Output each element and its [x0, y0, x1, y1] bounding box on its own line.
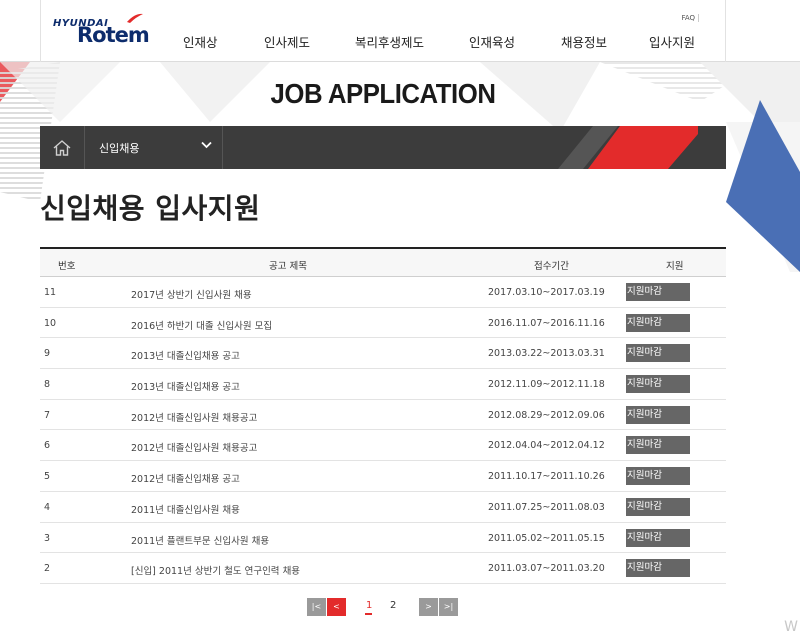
nav-item-development[interactable]: 인재육성 [469, 32, 515, 51]
header-inner: HYUNDAI Rotem 인재상 인사제도 복리후생제도 인재육성 채용정보 … [40, 0, 726, 62]
breadcrumb-accent-stripes [558, 126, 698, 169]
application-period: 2013.03.22~2013.03.31 [488, 348, 605, 360]
table-row: 3 2011년 플랜트부문 신입사원 채용 2011.05.02~2011.05… [40, 522, 726, 554]
table-row: 6 2012년 대졸신입사원 채용공고 2012.04.04~2012.04.1… [40, 430, 726, 462]
row-number: 5 [44, 471, 51, 483]
application-closed-button[interactable]: 지원마감 [626, 283, 690, 301]
application-closed-button[interactable]: 지원마감 [626, 497, 690, 516]
breadcrumb-label: 신입채용 [99, 142, 140, 155]
breadcrumb-bar: 신입채용 [40, 126, 726, 169]
row-number: 11 [44, 287, 57, 298]
application-period: 2016.11.07~2016.11.16 [488, 317, 605, 329]
table-row: 4 2011년 대졸신입사원 채용 2011.07.25~2011.08.03 … [40, 491, 726, 523]
last-page-button[interactable]: >| [439, 598, 458, 616]
posting-title-link[interactable]: 2011년 대졸신입사원 채용 [131, 502, 240, 516]
application-period: 2011.03.07~2011.03.20 [488, 563, 605, 575]
home-icon [53, 139, 71, 156]
application-closed-button[interactable]: 지원마감 [626, 467, 690, 486]
table-row: 9 2013년 대졸신입채용 공고 2013.03.22~2013.03.31 … [40, 338, 726, 370]
application-period: 2012.04.04~2012.04.12 [488, 440, 605, 452]
application-period: 2011.05.02~2011.05.15 [488, 532, 605, 544]
breadcrumb-dropdown[interactable]: 신입채용 [85, 126, 223, 169]
header-period: 접수기간 [534, 261, 569, 272]
table-row: 7 2012년 대졸신입사원 채용공고 2012.08.29~2012.09.0… [40, 399, 726, 431]
posting-title-link[interactable]: 2011년 플랜트부문 신입사원 채용 [131, 533, 269, 547]
application-period: 2011.10.17~2011.10.26 [488, 471, 605, 483]
job-posting-table: 번호 공고 제목 접수기간 지원 11 2017년 상반기 신입사원 채용 20… [40, 247, 726, 584]
pagination: |< < 1 2 > >| [307, 598, 467, 616]
logo-swoosh-icon [127, 13, 143, 23]
table-row: 11 2017년 상반기 신입사원 채용 2017.03.10~2017.03.… [40, 277, 726, 308]
next-page-button[interactable]: > [419, 598, 438, 616]
table-row: 8 2013년 대졸신입채용 공고 2012.11.09~2012.11.18 … [40, 369, 726, 400]
table-header: 번호 공고 제목 접수기간 지원 [40, 247, 726, 277]
row-number: 7 [44, 409, 51, 421]
posting-title-link[interactable]: [신입] 2011년 상반기 철도 연구인력 채용 [131, 563, 300, 577]
application-closed-button[interactable]: 지원마감 [626, 528, 690, 547]
application-period: 2012.08.29~2012.09.06 [488, 409, 605, 421]
row-number: 3 [44, 532, 51, 544]
site-header: HYUNDAI Rotem 인재상 인사제도 복리후생제도 인재육성 채용정보 … [0, 0, 800, 62]
application-closed-button[interactable]: 지원마감 [626, 344, 690, 363]
first-page-button[interactable]: |< [307, 598, 326, 616]
hyundai-rotem-logo[interactable]: HYUNDAI Rotem [53, 11, 150, 51]
application-period: 2012.11.09~2012.11.18 [488, 379, 605, 391]
page-2-link[interactable]: 2 [390, 600, 396, 611]
application-closed-button[interactable]: 지원마감 [626, 559, 690, 578]
nav-item-apply[interactable]: 입사지원 [649, 32, 695, 51]
row-number: 9 [44, 348, 51, 360]
posting-title-link[interactable]: 2013년 대졸신입채용 공고 [131, 379, 240, 393]
header-no: 번호 [58, 261, 76, 272]
row-number: 4 [44, 501, 51, 513]
application-closed-button[interactable]: 지원마감 [626, 405, 690, 424]
nav-item-benefits[interactable]: 복리후생제도 [355, 32, 424, 51]
row-number: 6 [44, 440, 51, 452]
faq-link[interactable]: FAQ [681, 14, 695, 22]
logo-line2: Rotem [77, 23, 150, 47]
row-number: 2 [44, 563, 51, 575]
application-closed-button[interactable]: 지원마감 [626, 313, 690, 332]
faq-separator [698, 14, 699, 22]
nav-item-talent[interactable]: 인재상 [183, 32, 218, 51]
table-row: 5 2012년 대졸신입채용 공고 2011.10.17~2011.10.26 … [40, 461, 726, 492]
posting-title-link[interactable]: 2013년 대졸신입채용 공고 [131, 348, 240, 362]
page-title: 신입채용 입사지원 [40, 192, 261, 225]
main-nav: 인재상 인사제도 복리후생제도 인재육성 채용정보 입사지원 [161, 0, 721, 62]
nav-item-recruit-info[interactable]: 채용정보 [561, 32, 607, 51]
table-row: 10 2016년 하반기 대졸 신입사원 모집 2016.11.07~2016.… [40, 307, 726, 339]
posting-title-link[interactable]: 2012년 대졸신입사원 채용공고 [131, 410, 257, 424]
application-closed-button[interactable]: 지원마감 [626, 436, 690, 455]
posting-title-link[interactable]: 2012년 대졸신입사원 채용공고 [131, 440, 257, 454]
row-number: 10 [44, 317, 57, 329]
application-closed-button[interactable]: 지원마감 [626, 375, 690, 394]
application-period: 2017.03.10~2017.03.19 [488, 287, 605, 298]
banner-title: JOB APPLICATION [270, 78, 496, 109]
posting-title-link[interactable]: 2017년 상반기 신입사원 채용 [131, 287, 252, 301]
header-apply: 지원 [666, 261, 684, 272]
header-title: 공고 제목 [269, 261, 307, 272]
application-period: 2011.07.25~2011.08.03 [488, 501, 605, 513]
watermark: W [784, 619, 798, 635]
nav-item-hr-system[interactable]: 인사제도 [264, 32, 310, 51]
chevron-down-icon [201, 141, 212, 149]
table-row: 2 [신입] 2011년 상반기 철도 연구인력 채용 2011.03.07~2… [40, 553, 726, 584]
current-page-indicator [365, 613, 372, 615]
page-1-link[interactable]: 1 [366, 600, 372, 611]
posting-title-link[interactable]: 2012년 대졸신입채용 공고 [131, 471, 240, 485]
home-button[interactable] [40, 126, 85, 169]
row-number: 8 [44, 379, 51, 391]
prev-page-button[interactable]: < [327, 598, 346, 616]
posting-title-link[interactable]: 2016년 하반기 대졸 신입사원 모집 [131, 318, 272, 332]
